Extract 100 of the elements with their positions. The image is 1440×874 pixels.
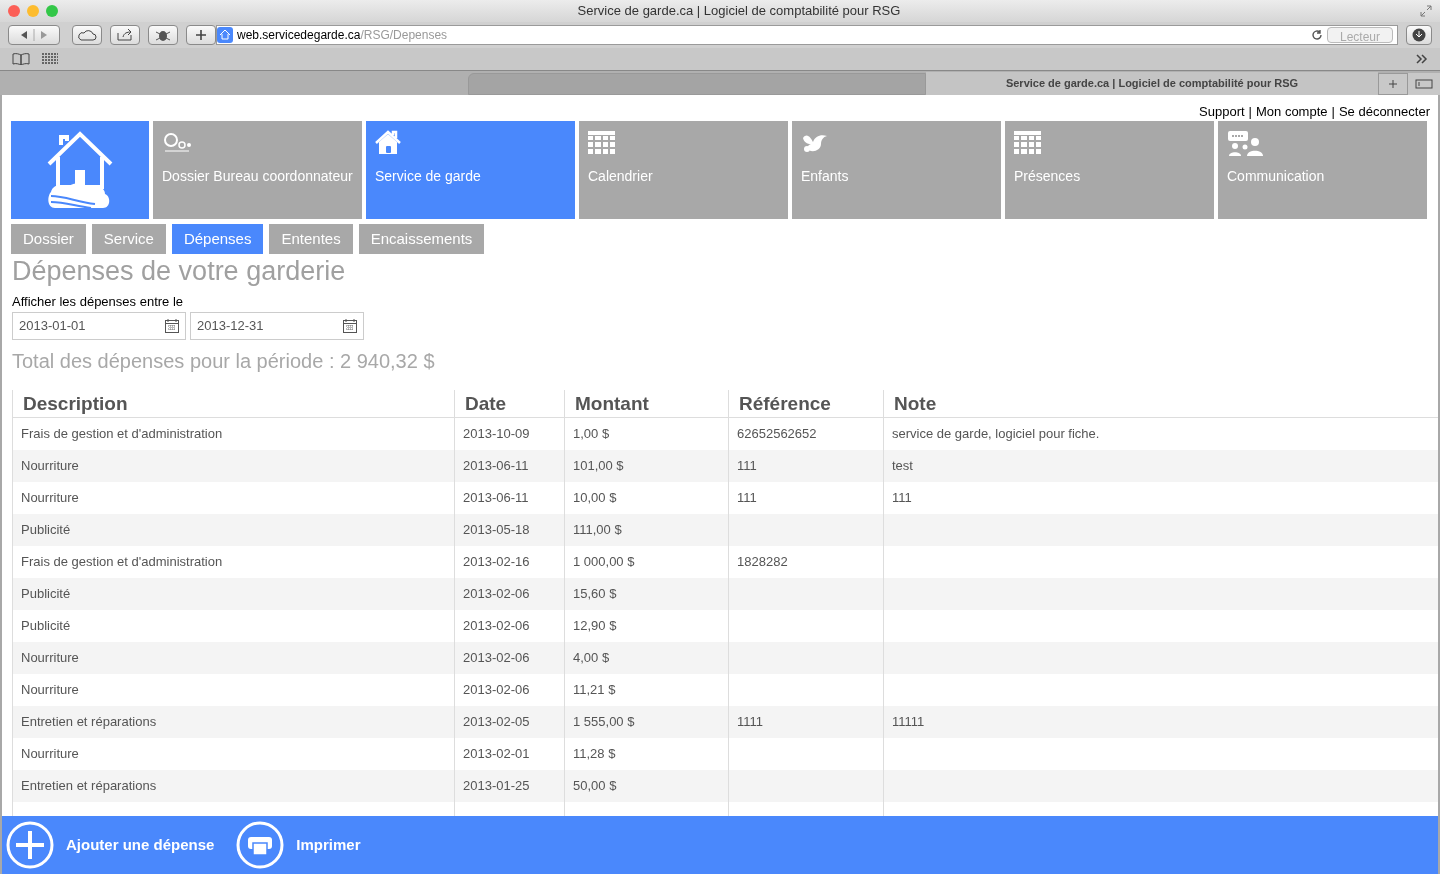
bug-button[interactable] xyxy=(148,25,178,45)
top-link[interactable]: Mon compte xyxy=(1256,101,1328,121)
cloud-button[interactable] xyxy=(72,25,102,45)
filter-label: Afficher les dépenses entre le xyxy=(11,293,185,311)
table-cell-text: Entretien et réparations xyxy=(20,712,158,731)
table-cell: 2013-01-25 xyxy=(454,769,564,802)
grid-icon[interactable] xyxy=(42,53,58,65)
house-icon xyxy=(375,130,401,156)
printer-icon xyxy=(236,821,285,869)
table-cell: 1 000,00 $ xyxy=(564,545,728,578)
page-heading: Dépenses de votre garderie xyxy=(11,255,347,288)
date-field[interactable]: 2013-12-31 xyxy=(190,311,364,340)
nav-tile[interactable]: Communication xyxy=(1218,121,1427,219)
table-cell: 2013-02-06 xyxy=(454,641,564,674)
nav-tile-label: Dossier Bureau coordonnateur xyxy=(162,167,353,186)
table-cell: 1 555,00 $ xyxy=(564,705,728,738)
table-cell: 50,00 $ xyxy=(564,769,728,802)
top-link[interactable]: Support xyxy=(1199,101,1245,121)
calendar-grid-icon xyxy=(588,130,615,156)
link-separator: | xyxy=(1247,102,1253,121)
table-cell: 2013-06-11 xyxy=(454,481,564,514)
sub-tab[interactable]: Encaissements xyxy=(358,224,485,254)
sub-tab[interactable]: Dossier xyxy=(11,224,86,254)
add-bookmark-button[interactable] xyxy=(186,25,216,45)
window-control-button[interactable] xyxy=(8,5,20,17)
reload-icon[interactable] xyxy=(1310,29,1323,41)
download-icon xyxy=(1412,28,1426,42)
table-cell-text: Entretien et réparations xyxy=(20,776,158,795)
table-cell: 4,00 $ xyxy=(564,641,728,674)
arrows-button[interactable] xyxy=(8,25,60,45)
calendar-icon[interactable] xyxy=(343,318,357,333)
fullscreen-icon[interactable] xyxy=(1420,5,1432,17)
table-cell: 62652562652 xyxy=(728,417,883,450)
table-cell: test xyxy=(883,449,1438,482)
add-bookmark-icon xyxy=(195,29,207,41)
nav-tile-label: Service de garde xyxy=(375,167,482,186)
book-icon[interactable] xyxy=(12,53,30,65)
table-cell-text: Publicité xyxy=(20,584,72,603)
column-header: Montant xyxy=(564,389,728,417)
nav-tile-label: Présences xyxy=(1014,167,1082,186)
cloud-icon xyxy=(77,29,97,41)
top-link[interactable]: Se déconnecter xyxy=(1338,101,1430,121)
sub-tab[interactable]: Dépenses xyxy=(171,224,264,254)
calendar-icon[interactable] xyxy=(165,318,179,333)
share-button[interactable] xyxy=(110,25,140,45)
table-cell: 111 xyxy=(728,481,883,514)
table-cell: 111,00 $ xyxy=(564,513,728,546)
print-button[interactable]: Imprimer xyxy=(236,821,361,869)
nav-tile[interactable]: Présences xyxy=(1005,121,1214,219)
table-cell-text: Frais de gestion et d'administration xyxy=(20,424,224,443)
bug-icon xyxy=(155,28,171,42)
reader-button[interactable]: Lecteur xyxy=(1326,27,1393,43)
table-cell: 2013-02-06 xyxy=(454,673,564,706)
address-field[interactable]: web.servicedegarde.ca/RSG/Depenses Lecteur xyxy=(216,25,1398,45)
table-cell: 1,00 $ xyxy=(564,417,728,450)
nav-tile[interactable]: Enfants xyxy=(792,121,1001,219)
browser-tab[interactable]: Service de garde.ca | Logiciel de comptabilité pour RSG xyxy=(926,72,1378,95)
table-cell: 101,00 $ xyxy=(564,449,728,482)
table-cell: 11111 xyxy=(883,705,1438,738)
add-expense-button[interactable]: Ajouter une dépense xyxy=(6,821,215,869)
url-text: web.servicedegarde.ca/RSG/Depenses xyxy=(237,27,449,44)
share-icon xyxy=(116,29,134,41)
chevron-icon[interactable] xyxy=(1416,54,1428,64)
table-cell-text: Nourriture xyxy=(20,456,80,475)
table-cell: 11,28 $ xyxy=(564,737,728,770)
column-header: Date xyxy=(454,389,564,417)
table-cell: 12,90 $ xyxy=(564,609,728,642)
plus-icon xyxy=(1388,79,1398,89)
house-on-cloud-icon xyxy=(47,130,113,210)
link-separator: | xyxy=(1330,102,1336,121)
logo-tile[interactable] xyxy=(11,121,149,219)
sidebar-icon xyxy=(1415,79,1433,89)
table-cell: 2013-02-06 xyxy=(454,577,564,610)
column-header: Référence xyxy=(728,389,883,417)
table-cell-text: Nourriture xyxy=(20,744,80,763)
nav-tile-label: Communication xyxy=(1227,167,1326,186)
sub-tab[interactable]: Ententes xyxy=(269,224,353,254)
table-cell: 1828282 xyxy=(728,545,883,578)
table-cell: 2013-05-18 xyxy=(454,513,564,546)
table-cell: 1111 xyxy=(728,705,883,738)
date-field[interactable]: 2013-01-01 xyxy=(12,311,186,340)
nav-tile-label: Enfants xyxy=(801,167,850,186)
table-cell: 2013-02-05 xyxy=(454,705,564,738)
add-icon xyxy=(6,821,54,869)
table-cell-text: Frais de gestion et d'administration xyxy=(20,552,224,571)
new-tab-button[interactable] xyxy=(1378,73,1408,95)
table-cell-text: Nourriture xyxy=(20,648,80,667)
table-cell: 2013-02-01 xyxy=(454,737,564,770)
nav-tile[interactable]: Calendrier xyxy=(579,121,788,219)
tab-overview-button[interactable] xyxy=(1408,73,1440,95)
nav-tile[interactable]: Service de garde xyxy=(366,121,575,219)
table-cell: 2013-06-11 xyxy=(454,449,564,482)
table-cell-text: Publicité xyxy=(20,616,72,635)
table-cell-text: Nourriture xyxy=(20,488,80,507)
nav-tile[interactable]: Dossier Bureau coordonnateur xyxy=(153,121,362,219)
download-button[interactable] xyxy=(1406,25,1432,45)
table-cell: 2013-02-06 xyxy=(454,609,564,642)
table-cell: 15,60 $ xyxy=(564,577,728,610)
sub-tab[interactable]: Service xyxy=(91,224,166,254)
table-cell: 111 xyxy=(728,449,883,482)
